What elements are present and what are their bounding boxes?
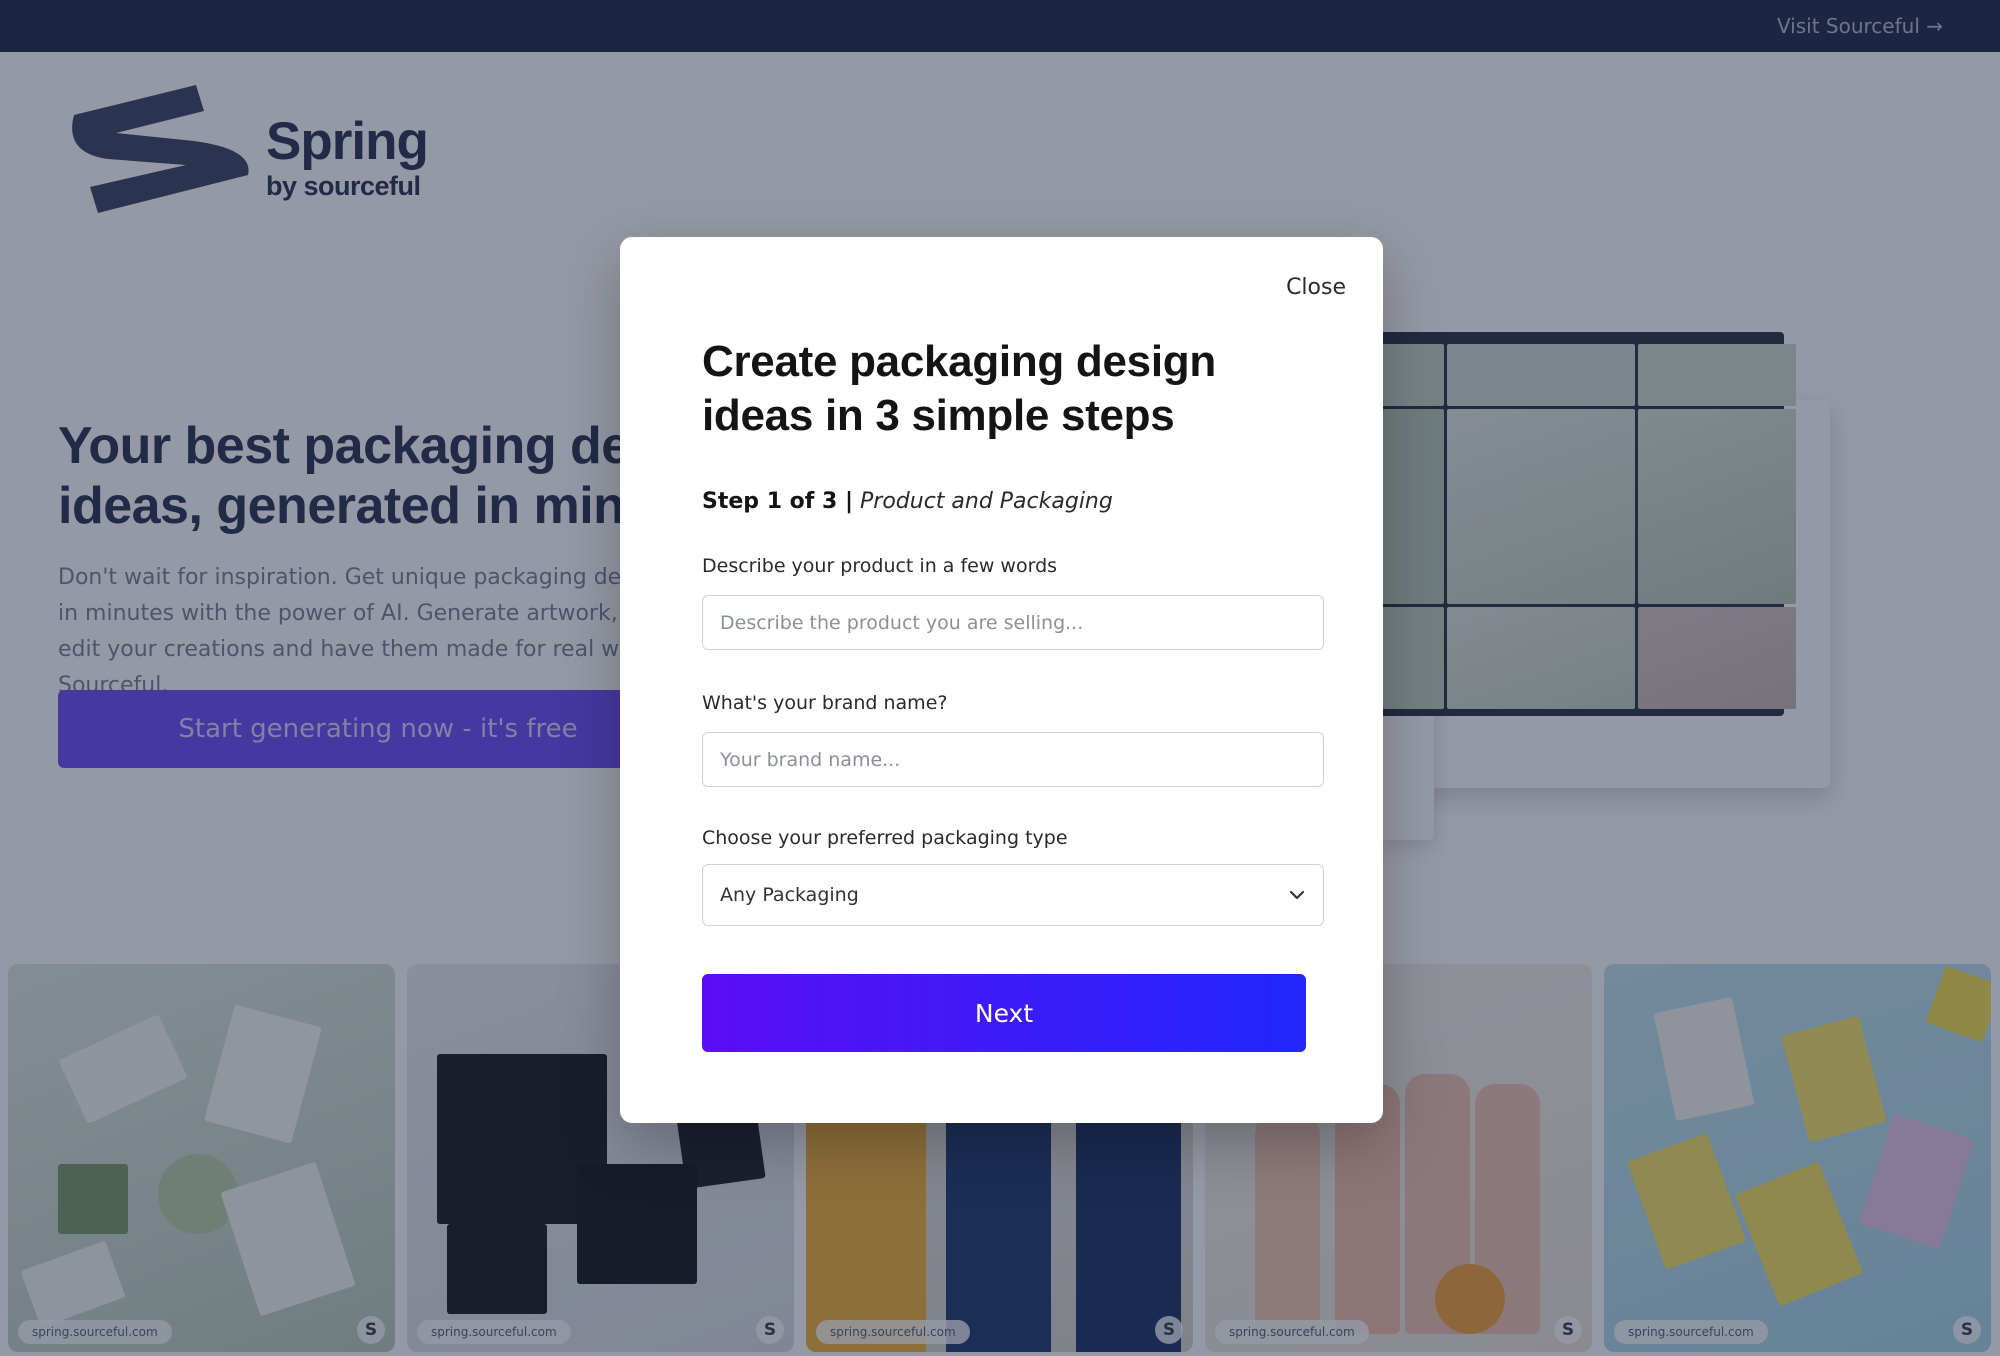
- packaging-type-label: Choose your preferred packaging type: [702, 827, 1068, 849]
- product-label: Describe your product in a few words: [702, 555, 1058, 577]
- create-design-modal: Close Create packaging design ideas in 3…: [620, 237, 1383, 1123]
- modal-title: Create packaging design ideas in 3 simpl…: [702, 337, 1216, 440]
- packaging-type-value: Any Packaging: [720, 884, 859, 906]
- step-counter: Step 1 of 3 |: [702, 489, 854, 514]
- product-description-input[interactable]: [702, 595, 1324, 650]
- close-button[interactable]: Close: [1286, 275, 1346, 300]
- chevron-down-icon: [1289, 890, 1305, 900]
- step-indicator: Step 1 of 3 | Product and Packaging: [702, 489, 1113, 514]
- next-button[interactable]: Next: [702, 974, 1306, 1052]
- brand-label: What's your brand name?: [702, 692, 948, 714]
- step-name: Product and Packaging: [860, 489, 1113, 514]
- brand-name-input[interactable]: [702, 732, 1324, 787]
- packaging-type-select[interactable]: Any Packaging: [702, 864, 1324, 926]
